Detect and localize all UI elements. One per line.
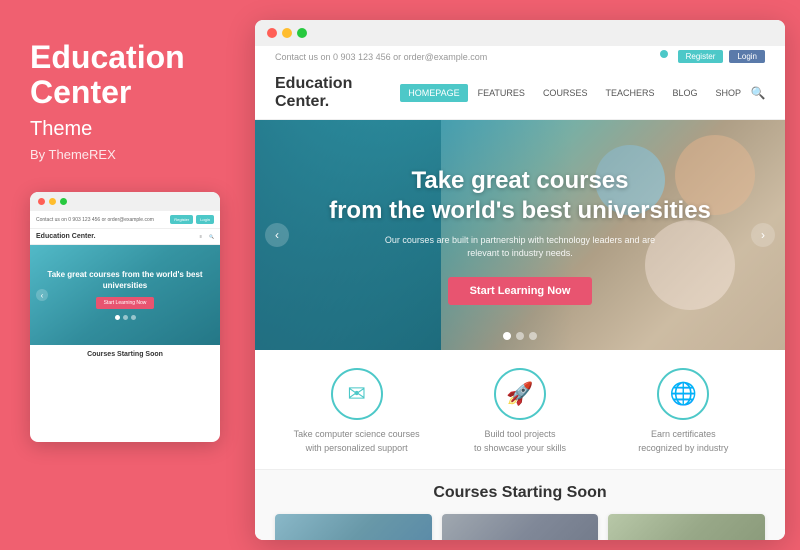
site-logo: Education Center. — [275, 75, 400, 111]
feature-icon-2: 🚀 — [494, 368, 546, 420]
hero-cta-button[interactable]: Start Learning Now — [448, 277, 593, 305]
mini-bottom: Courses Starting Soon — [30, 345, 220, 364]
contact-info: Contact us on 0 903 123 456 or order@exa… — [275, 52, 487, 62]
mini-dot-2 — [123, 315, 128, 320]
mini-dot-3 — [131, 315, 136, 320]
feature-text-3: Earn certificates recognized by industry — [602, 428, 765, 455]
nav-courses[interactable]: COURSES — [535, 84, 596, 102]
hero-dot-1[interactable] — [503, 332, 511, 340]
left-panel: Education Center Theme By ThemeREX Conta… — [0, 0, 245, 550]
mini-browser-bar — [30, 192, 220, 211]
courses-section-title: Courses Starting Soon — [275, 484, 765, 502]
nav-features[interactable]: FEATURES — [470, 84, 533, 102]
course-card-3[interactable] — [608, 514, 765, 540]
mini-site-header: Contact us on 0 903 123 456 or order@exa… — [30, 211, 220, 229]
register-button[interactable]: Register — [678, 50, 724, 63]
feature-text-1: Take computer science courses with perso… — [275, 428, 438, 455]
feature-item-1: ✉ Take computer science courses with per… — [275, 368, 438, 455]
hero-dot-3[interactable] — [529, 332, 537, 340]
dot-yellow — [282, 28, 292, 38]
hero-slider-dots — [503, 332, 537, 340]
mini-nav: ≡ 🔍 — [200, 234, 214, 239]
mini-browser-content: Contact us on 0 903 123 456 or order@exa… — [30, 211, 220, 439]
header-main: Education Center. HOMEPAGE FEATURES COUR… — [275, 67, 765, 119]
mini-register-btn[interactable]: Register — [170, 215, 193, 224]
dot-green — [297, 28, 307, 38]
feature-item-3: 🌐 Earn certificates recognized by indust… — [602, 368, 765, 455]
mini-dot-red — [38, 198, 45, 205]
mini-dot-yellow — [49, 198, 56, 205]
course-cards-container — [275, 514, 765, 540]
course-card-image-1 — [275, 514, 432, 540]
login-button[interactable]: Login — [729, 50, 765, 63]
nav-shop[interactable]: SHOP — [707, 84, 749, 102]
feature-icon-3: 🌐 — [657, 368, 709, 420]
theme-subtitle: Theme — [30, 118, 215, 141]
mini-courses-title: Courses Starting Soon — [36, 351, 214, 358]
mini-dot-green — [60, 198, 67, 205]
nav-blog[interactable]: BLOG — [664, 84, 705, 102]
course-card-image-2 — [442, 514, 599, 540]
mini-slider-dots — [115, 315, 136, 320]
nav-homepage[interactable]: HOMEPAGE — [400, 84, 467, 102]
star-icon — [660, 50, 668, 58]
hero-next-arrow[interactable]: › — [751, 223, 775, 247]
site-header: Contact us on 0 903 123 456 or order@exa… — [255, 46, 785, 120]
mini-hero-text: Take great courses from the world's best… — [30, 270, 220, 291]
hero-prev-arrow[interactable]: ‹ — [265, 223, 289, 247]
mini-login-btn[interactable]: Login — [196, 215, 214, 224]
course-card-1[interactable] — [275, 514, 432, 540]
hero-title: Take great courses from the world's best… — [329, 166, 711, 226]
browser-chrome-bar — [255, 20, 785, 46]
feature-icon-1: ✉ — [331, 368, 383, 420]
course-card-2[interactable] — [442, 514, 599, 540]
mini-auth-buttons: Register Login — [170, 215, 214, 224]
hero-section: Take great courses from the world's best… — [255, 120, 785, 350]
course-card-image-3 — [608, 514, 765, 540]
hero-subtitle: Our courses are built in partnership wit… — [370, 234, 670, 261]
hero-dot-2[interactable] — [516, 332, 524, 340]
search-icon[interactable]: 🔍 — [751, 86, 765, 100]
mini-hero: Take great courses from the world's best… — [30, 245, 220, 345]
mini-dot-1 — [115, 315, 120, 320]
courses-section: Courses Starting Soon — [255, 470, 785, 540]
mini-contact: Contact us on 0 903 123 456 or order@exa… — [36, 217, 154, 223]
mini-browser-mockup: Contact us on 0 903 123 456 or order@exa… — [30, 192, 220, 442]
mini-logo: Education Center. — [36, 233, 96, 240]
mini-cta-button[interactable]: Start Learning Now — [96, 297, 155, 309]
site-navigation: HOMEPAGE FEATURES COURSES TEACHERS BLOG … — [400, 84, 765, 102]
dot-red — [267, 28, 277, 38]
theme-author: By ThemeREX — [30, 147, 215, 162]
feature-item-2: 🚀 Build tool projects to showcase your s… — [438, 368, 601, 455]
header-top-bar: Contact us on 0 903 123 456 or order@exa… — [275, 46, 765, 67]
feature-text-2: Build tool projects to showcase your ski… — [438, 428, 601, 455]
hero-content: Take great courses from the world's best… — [255, 120, 785, 350]
auth-buttons: Register Login — [660, 50, 765, 63]
theme-title: Education Center — [30, 40, 215, 110]
nav-teachers[interactable]: TEACHERS — [597, 84, 662, 102]
features-section: ✉ Take computer science courses with per… — [255, 350, 785, 470]
main-browser: Contact us on 0 903 123 456 or order@exa… — [255, 20, 785, 540]
